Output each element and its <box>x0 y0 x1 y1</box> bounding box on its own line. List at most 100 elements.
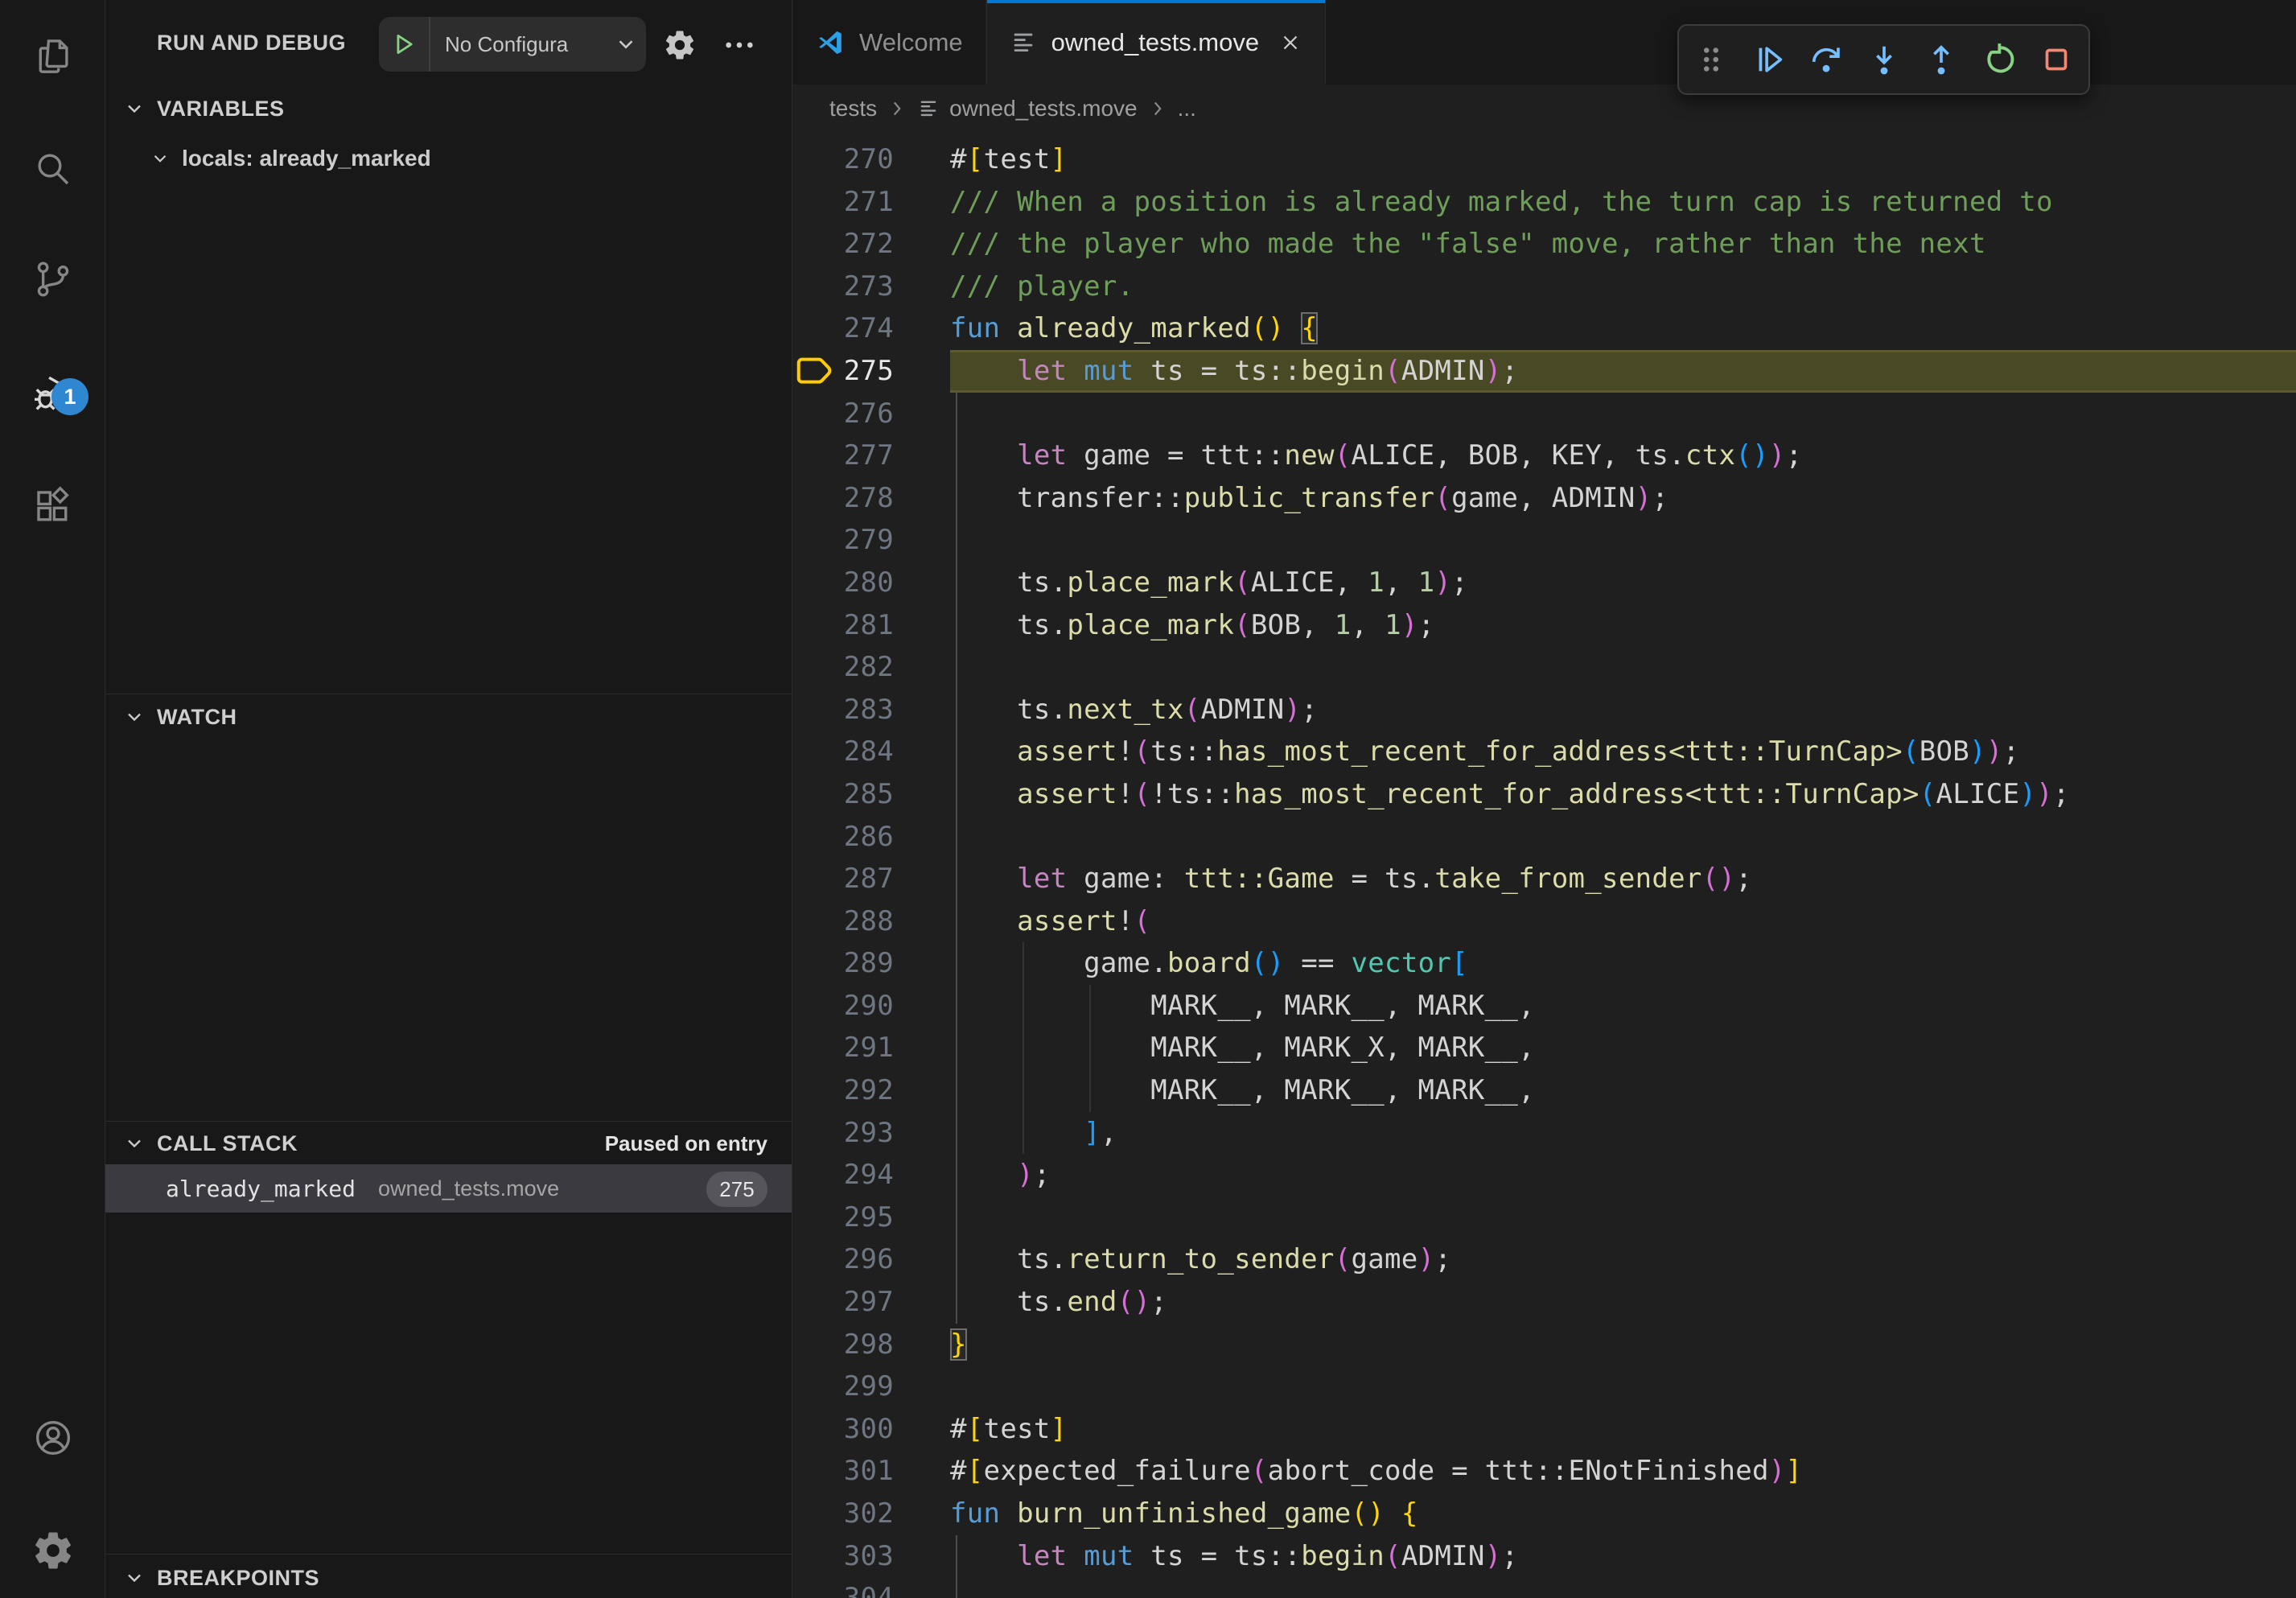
activitybar-item-source-control[interactable] <box>0 231 105 327</box>
section-variables[interactable]: VARIABLES <box>105 90 792 127</box>
breadcrumb-item-file[interactable]: owned_tests.move <box>949 96 1137 121</box>
start-debug-button[interactable] <box>379 31 429 58</box>
code-editor[interactable]: 270#[test]271/// When a position is alre… <box>793 133 2296 1598</box>
code-line[interactable]: 282 <box>793 646 2296 689</box>
code-line[interactable]: 277 let game = ttt::new(ALICE, BOB, KEY,… <box>793 435 2296 477</box>
gutter[interactable]: 304 <box>793 1577 950 1598</box>
code-line[interactable]: 286 <box>793 816 2296 859</box>
stop-button[interactable] <box>2035 39 2077 80</box>
code-line[interactable]: 274fun already_marked() { <box>793 307 2296 350</box>
code-line[interactable]: 285 assert!(!ts::has_most_recent_for_add… <box>793 773 2296 816</box>
code-line[interactable]: 271/// When a position is already marked… <box>793 181 2296 224</box>
code-line[interactable]: 289 game.board() == vector[ <box>793 942 2296 985</box>
activitybar-item-account[interactable] <box>0 1390 105 1486</box>
step-out-button[interactable] <box>1920 39 1962 80</box>
gutter[interactable]: 301 <box>793 1450 950 1493</box>
code-line[interactable]: 295 <box>793 1196 2296 1239</box>
gutter[interactable]: 291 <box>793 1027 950 1069</box>
gutter[interactable]: 295 <box>793 1196 950 1239</box>
gutter[interactable]: 297 <box>793 1281 950 1324</box>
gutter[interactable]: 300 <box>793 1408 950 1451</box>
code-line[interactable]: 296 ts.return_to_sender(game); <box>793 1238 2296 1281</box>
more-actions-icon[interactable] <box>723 32 755 58</box>
gutter[interactable]: 276 <box>793 393 950 435</box>
gutter[interactable]: 277 <box>793 435 950 477</box>
code-line[interactable]: 278 transfer::public_transfer(game, ADMI… <box>793 477 2296 520</box>
toolbar-drag-handle[interactable] <box>1690 39 1732 80</box>
call-stack-frame[interactable]: already_marked owned_tests.move 275 <box>105 1164 792 1213</box>
gutter[interactable]: 283 <box>793 689 950 731</box>
code-line[interactable]: 270#[test] <box>793 138 2296 181</box>
code-line[interactable]: 281 ts.place_mark(BOB, 1, 1); <box>793 604 2296 647</box>
code-line[interactable]: 299 <box>793 1365 2296 1408</box>
gutter[interactable]: 282 <box>793 646 950 689</box>
activitybar-item-settings[interactable] <box>0 1502 105 1598</box>
step-over-button[interactable] <box>1805 39 1847 80</box>
gutter[interactable]: 285 <box>793 773 950 816</box>
breadcrumb-item-symbol[interactable]: ... <box>1178 96 1196 121</box>
activitybar-item-search[interactable] <box>0 121 105 217</box>
gutter[interactable]: 273 <box>793 266 950 308</box>
activitybar-item-extensions[interactable] <box>0 459 105 555</box>
gutter[interactable]: 296 <box>793 1238 950 1281</box>
code-line[interactable]: 287 let game: ttt::Game = ts.take_from_s… <box>793 858 2296 900</box>
section-watch[interactable]: WATCH <box>105 698 792 735</box>
close-tab-button[interactable] <box>1278 31 1302 55</box>
gutter[interactable]: 292 <box>793 1069 950 1112</box>
code-line[interactable]: 297 ts.end(); <box>793 1281 2296 1324</box>
variables-scope-locals[interactable]: locals: already_marked <box>105 137 792 180</box>
gutter[interactable]: 272 <box>793 223 950 266</box>
gutter[interactable]: 293 <box>793 1112 950 1155</box>
gutter[interactable]: 288 <box>793 900 950 943</box>
code-line[interactable]: 280 ts.place_mark(ALICE, 1, 1); <box>793 562 2296 604</box>
code-line[interactable]: 276 <box>793 393 2296 435</box>
code-line[interactable]: 290 MARK__, MARK__, MARK__, <box>793 985 2296 1028</box>
code-line[interactable]: 275 let mut ts = ts::begin(ADMIN); <box>793 350 2296 393</box>
launch-configuration-dropdown[interactable]: No Configura <box>379 17 646 72</box>
gutter[interactable]: 274 <box>793 307 950 350</box>
debug-settings-gear-icon[interactable] <box>663 28 697 62</box>
code-line[interactable]: 292 MARK__, MARK__, MARK__, <box>793 1069 2296 1112</box>
gutter[interactable]: 289 <box>793 942 950 985</box>
code-line[interactable]: 303 let mut ts = ts::begin(ADMIN); <box>793 1535 2296 1578</box>
gutter[interactable]: 299 <box>793 1365 950 1408</box>
code-line[interactable]: 283 ts.next_tx(ADMIN); <box>793 689 2296 731</box>
gutter[interactable]: 302 <box>793 1493 950 1535</box>
code-line[interactable]: 301#[expected_failure(abort_code = ttt::… <box>793 1450 2296 1493</box>
section-call-stack[interactable]: CALL STACK Paused on entry <box>105 1125 792 1162</box>
gutter[interactable]: 303 <box>793 1535 950 1578</box>
gutter[interactable]: 287 <box>793 858 950 900</box>
gutter[interactable]: 286 <box>793 816 950 859</box>
code-line[interactable]: 279 <box>793 519 2296 562</box>
code-line[interactable]: 291 MARK__, MARK_X, MARK__, <box>793 1027 2296 1069</box>
section-breakpoints[interactable]: BREAKPOINTS <box>105 1559 792 1596</box>
gutter[interactable]: 298 <box>793 1324 950 1366</box>
code-line[interactable]: 302fun burn_unfinished_game() { <box>793 1493 2296 1535</box>
code-line[interactable]: 300#[test] <box>793 1408 2296 1451</box>
gutter[interactable]: 278 <box>793 477 950 520</box>
continue-button[interactable] <box>1748 39 1790 80</box>
code-line[interactable]: 293 ], <box>793 1112 2296 1155</box>
gutter[interactable]: 271 <box>793 181 950 224</box>
code-line[interactable]: 298} <box>793 1324 2296 1366</box>
code-line[interactable]: 304 <box>793 1577 2296 1598</box>
gutter[interactable]: 280 <box>793 562 950 604</box>
gutter[interactable]: 275 <box>793 350 950 393</box>
code-line[interactable]: 284 assert!(ts::has_most_recent_for_addr… <box>793 731 2296 773</box>
activitybar-item-explorer[interactable] <box>0 8 105 105</box>
gutter[interactable]: 294 <box>793 1154 950 1196</box>
gutter[interactable]: 290 <box>793 985 950 1028</box>
code-line[interactable]: 272/// the player who made the "false" m… <box>793 223 2296 266</box>
code-line[interactable]: 294 ); <box>793 1154 2296 1196</box>
code-line[interactable]: 273/// player. <box>793 266 2296 308</box>
code-line[interactable]: 288 assert!( <box>793 900 2296 943</box>
gutter[interactable]: 284 <box>793 731 950 773</box>
gutter[interactable]: 279 <box>793 519 950 562</box>
activitybar-item-run-and-debug[interactable]: 1 <box>0 346 105 443</box>
breadcrumb-item-folder[interactable]: tests <box>829 96 877 121</box>
gutter[interactable]: 270 <box>793 138 950 181</box>
gutter[interactable]: 281 <box>793 604 950 647</box>
tab-welcome[interactable]: Welcome <box>793 0 986 84</box>
tab-owned-tests-move[interactable]: owned_tests.move <box>986 0 1326 84</box>
step-into-button[interactable] <box>1863 39 1905 80</box>
